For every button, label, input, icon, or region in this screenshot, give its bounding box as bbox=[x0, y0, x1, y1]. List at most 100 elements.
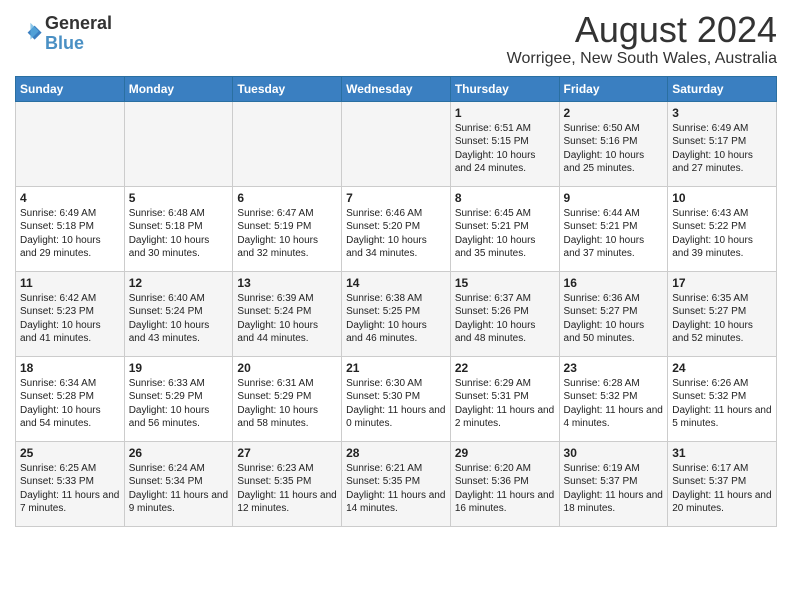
day-info: Sunrise: 6:29 AMSunset: 5:31 PMDaylight:… bbox=[455, 377, 555, 431]
calendar-cell: 4 Sunrise: 6:49 AMSunset: 5:18 PMDaylight… bbox=[16, 186, 125, 271]
logo: General Blue bbox=[15, 14, 112, 54]
calendar-cell: 6Sunrise: 6:47 AMSunset: 5:19 PMDaylight… bbox=[233, 186, 342, 271]
day-number: 23 bbox=[564, 361, 664, 375]
day-info: Sunrise: 6:30 AMSunset: 5:30 PMDaylight:… bbox=[346, 377, 446, 431]
calendar-cell: 19 Sunrise: 6:33 AMSunset: 5:29 PMDayligh… bbox=[124, 356, 233, 441]
day-number: 18 bbox=[20, 361, 120, 375]
day-info: Sunrise: 6:42 AMSunset: 5:23 PMDaylight:… bbox=[20, 292, 120, 346]
calendar-week-4: 18 Sunrise: 6:34 AMSunset: 5:28 PMDayligh… bbox=[16, 356, 777, 441]
header-cell-tuesday: Tuesday bbox=[233, 76, 342, 101]
day-number: 31 bbox=[672, 446, 772, 460]
day-number: 27 bbox=[237, 446, 337, 460]
day-number: 28 bbox=[346, 446, 446, 460]
calendar-cell: 29 Sunrise: 6:20 AMSunset: 5:36 PMDayligh… bbox=[450, 441, 559, 526]
calendar-cell: 9Sunrise: 6:44 AMSunset: 5:21 PMDaylight… bbox=[559, 186, 668, 271]
day-info: Sunrise: 6:31 AMSunset: 5:29 PMDaylight:… bbox=[237, 377, 337, 431]
day-number: 20 bbox=[237, 361, 337, 375]
day-number: 10 bbox=[672, 191, 772, 205]
day-number: 24 bbox=[672, 361, 772, 375]
day-info: Sunrise: 6:23 AMSunset: 5:35 PMDaylight:… bbox=[237, 462, 337, 516]
day-info: Sunrise: 6:35 AMSunset: 5:27 PMDaylight:… bbox=[672, 292, 772, 346]
day-info: Sunrise: 6:33 AMSunset: 5:29 PMDaylight:… bbox=[129, 377, 229, 431]
calendar-cell: 8 Sunrise: 6:45 AMSunset: 5:21 PMDaylight… bbox=[450, 186, 559, 271]
day-number: 8 bbox=[455, 191, 555, 205]
calendar-week-1: 1Sunrise: 6:51 AMSunset: 5:15 PMDaylight… bbox=[16, 101, 777, 186]
day-number: 14 bbox=[346, 276, 446, 290]
calendar-cell: 24 Sunrise: 6:26 AMSunset: 5:32 PMDayligh… bbox=[668, 356, 777, 441]
calendar-cell: 5Sunrise: 6:48 AMSunset: 5:18 PMDaylight… bbox=[124, 186, 233, 271]
calendar-cell: 27 Sunrise: 6:23 AMSunset: 5:35 PMDayligh… bbox=[233, 441, 342, 526]
day-number: 19 bbox=[129, 361, 229, 375]
day-info: Sunrise: 6:25 AMSunset: 5:33 PMDaylight:… bbox=[20, 462, 120, 516]
page-subtitle: Worrigee, New South Wales, Australia bbox=[507, 50, 777, 68]
day-number: 2 bbox=[564, 106, 664, 120]
calendar-table: SundayMondayTuesdayWednesdayThursdayFrid… bbox=[15, 76, 777, 527]
day-info: Sunrise: 6:51 AMSunset: 5:15 PMDaylight:… bbox=[455, 122, 555, 176]
day-info: Sunrise: 6:34 AMSunset: 5:28 PMDaylight:… bbox=[20, 377, 120, 431]
calendar-cell: 3Sunrise: 6:49 AMSunset: 5:17 PMDaylight… bbox=[668, 101, 777, 186]
day-info: Sunrise: 6:21 AMSunset: 5:35 PMDaylight:… bbox=[346, 462, 446, 516]
calendar-cell: 31 Sunrise: 6:17 AMSunset: 5:37 PMDayligh… bbox=[668, 441, 777, 526]
calendar-cell: 17Sunrise: 6:35 AMSunset: 5:27 PMDayligh… bbox=[668, 271, 777, 356]
page-title: August 2024 bbox=[507, 10, 777, 50]
header-cell-monday: Monday bbox=[124, 76, 233, 101]
calendar-cell: 21 Sunrise: 6:30 AMSunset: 5:30 PMDayligh… bbox=[342, 356, 451, 441]
day-info: Sunrise: 6:46 AMSunset: 5:20 PMDaylight:… bbox=[346, 207, 446, 261]
header-cell-wednesday: Wednesday bbox=[342, 76, 451, 101]
day-number: 7 bbox=[346, 191, 446, 205]
calendar-cell: 28 Sunrise: 6:21 AMSunset: 5:35 PMDayligh… bbox=[342, 441, 451, 526]
day-info: Sunrise: 6:28 AMSunset: 5:32 PMDaylight:… bbox=[564, 377, 664, 431]
day-info: Sunrise: 6:36 AMSunset: 5:27 PMDaylight:… bbox=[564, 292, 664, 346]
day-number: 25 bbox=[20, 446, 120, 460]
day-info: Sunrise: 6:17 AMSunset: 5:37 PMDaylight:… bbox=[672, 462, 772, 516]
day-number: 26 bbox=[129, 446, 229, 460]
day-info: Sunrise: 6:20 AMSunset: 5:36 PMDaylight:… bbox=[455, 462, 555, 516]
day-info: Sunrise: 6:24 AMSunset: 5:34 PMDaylight:… bbox=[129, 462, 229, 516]
day-info: Sunrise: 6:40 AMSunset: 5:24 PMDaylight:… bbox=[129, 292, 229, 346]
header-cell-sunday: Sunday bbox=[16, 76, 125, 101]
calendar-cell: 15Sunrise: 6:37 AMSunset: 5:26 PMDayligh… bbox=[450, 271, 559, 356]
day-number: 16 bbox=[564, 276, 664, 290]
day-info: Sunrise: 6:43 AMSunset: 5:22 PMDaylight:… bbox=[672, 207, 772, 261]
header-cell-saturday: Saturday bbox=[668, 76, 777, 101]
calendar-cell bbox=[342, 101, 451, 186]
day-number: 11 bbox=[20, 276, 120, 290]
day-info: Sunrise: 6:50 AMSunset: 5:16 PMDaylight:… bbox=[564, 122, 664, 176]
day-number: 4 bbox=[20, 191, 120, 205]
day-number: 22 bbox=[455, 361, 555, 375]
calendar-cell bbox=[124, 101, 233, 186]
day-number: 15 bbox=[455, 276, 555, 290]
calendar-cell: 7 Sunrise: 6:46 AMSunset: 5:20 PMDaylight… bbox=[342, 186, 451, 271]
calendar-cell: 26 Sunrise: 6:24 AMSunset: 5:34 PMDayligh… bbox=[124, 441, 233, 526]
calendar-header: SundayMondayTuesdayWednesdayThursdayFrid… bbox=[16, 76, 777, 101]
day-number: 30 bbox=[564, 446, 664, 460]
header-cell-thursday: Thursday bbox=[450, 76, 559, 101]
day-number: 9 bbox=[564, 191, 664, 205]
calendar-cell: 11 Sunrise: 6:42 AMSunset: 5:23 PMDayligh… bbox=[16, 271, 125, 356]
day-number: 13 bbox=[237, 276, 337, 290]
calendar-cell: 2 Sunrise: 6:50 AMSunset: 5:16 PMDaylight… bbox=[559, 101, 668, 186]
day-number: 29 bbox=[455, 446, 555, 460]
calendar-cell: 30 Sunrise: 6:19 AMSunset: 5:37 PMDayligh… bbox=[559, 441, 668, 526]
calendar-cell: 18 Sunrise: 6:34 AMSunset: 5:28 PMDayligh… bbox=[16, 356, 125, 441]
day-number: 21 bbox=[346, 361, 446, 375]
logo-icon bbox=[15, 20, 43, 48]
day-info: Sunrise: 6:26 AMSunset: 5:32 PMDaylight:… bbox=[672, 377, 772, 431]
calendar-cell: 22 Sunrise: 6:29 AMSunset: 5:31 PMDayligh… bbox=[450, 356, 559, 441]
page-header: General Blue August 2024 Worrigee, New S… bbox=[15, 10, 777, 68]
calendar-cell: 16 Sunrise: 6:36 AMSunset: 5:27 PMDayligh… bbox=[559, 271, 668, 356]
day-number: 12 bbox=[129, 276, 229, 290]
calendar-week-5: 25 Sunrise: 6:25 AMSunset: 5:33 PMDayligh… bbox=[16, 441, 777, 526]
day-info: Sunrise: 6:49 AMSunset: 5:18 PMDaylight:… bbox=[20, 207, 120, 261]
day-number: 6 bbox=[237, 191, 337, 205]
day-info: Sunrise: 6:49 AMSunset: 5:17 PMDaylight:… bbox=[672, 122, 772, 176]
day-info: Sunrise: 6:38 AMSunset: 5:25 PMDaylight:… bbox=[346, 292, 446, 346]
header-row: SundayMondayTuesdayWednesdayThursdayFrid… bbox=[16, 76, 777, 101]
calendar-cell: 25 Sunrise: 6:25 AMSunset: 5:33 PMDayligh… bbox=[16, 441, 125, 526]
calendar-week-3: 11 Sunrise: 6:42 AMSunset: 5:23 PMDayligh… bbox=[16, 271, 777, 356]
calendar-week-2: 4 Sunrise: 6:49 AMSunset: 5:18 PMDaylight… bbox=[16, 186, 777, 271]
day-info: Sunrise: 6:45 AMSunset: 5:21 PMDaylight:… bbox=[455, 207, 555, 261]
calendar-cell: 12 Sunrise: 6:40 AMSunset: 5:24 PMDayligh… bbox=[124, 271, 233, 356]
day-info: Sunrise: 6:19 AMSunset: 5:37 PMDaylight:… bbox=[564, 462, 664, 516]
calendar-cell: 10 Sunrise: 6:43 AMSunset: 5:22 PMDayligh… bbox=[668, 186, 777, 271]
